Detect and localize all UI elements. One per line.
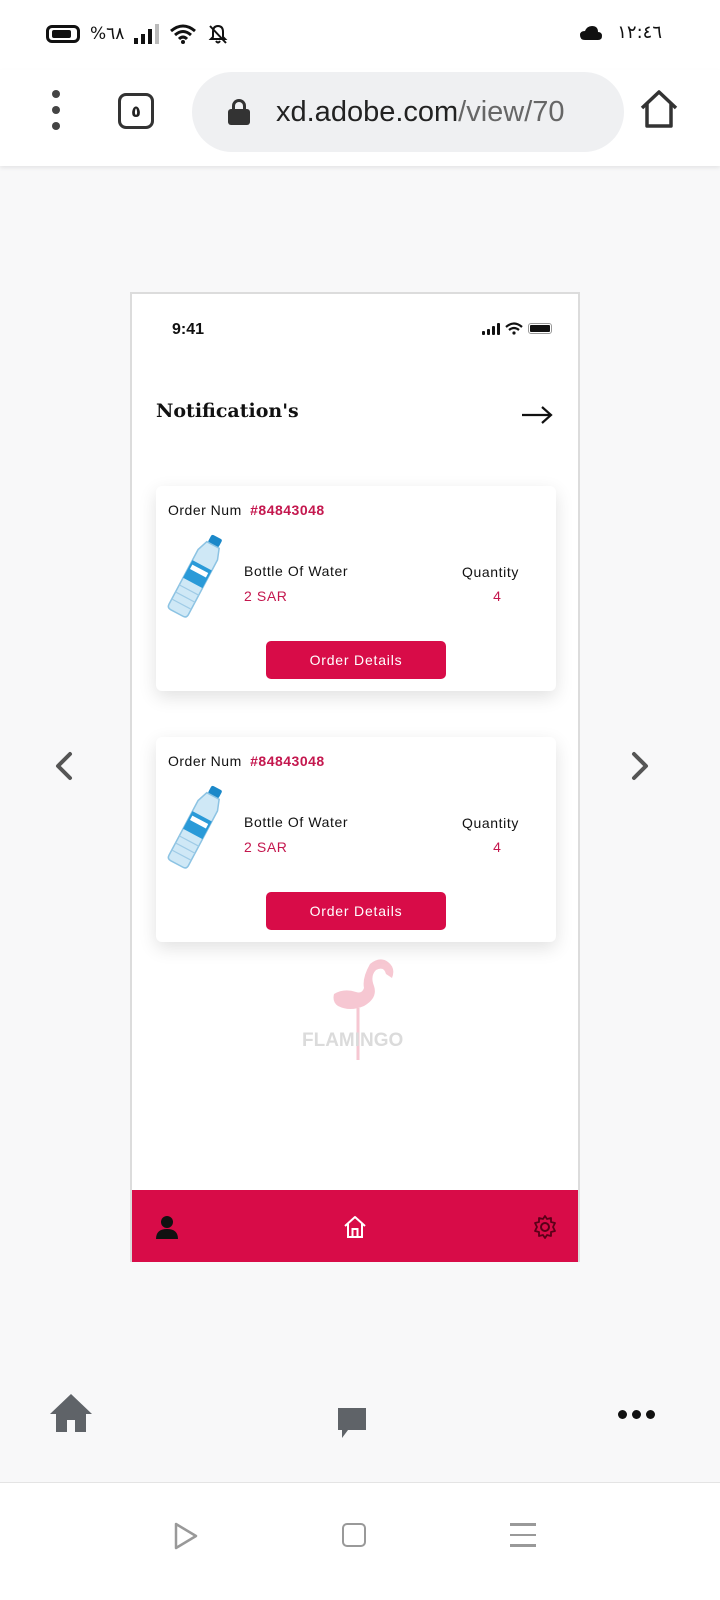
ios-wifi-icon — [505, 322, 523, 335]
more-options-icon[interactable] — [618, 1410, 655, 1419]
product-name: Bottle Of Water — [244, 814, 349, 830]
order-number-line: Order Num #84843048 — [168, 502, 325, 518]
order-number-value: #84843048 — [250, 753, 325, 769]
app-bottom-nav — [132, 1176, 578, 1262]
status-right-group: ١٢:٤٦ — [579, 22, 662, 43]
cell-signal-icon — [134, 24, 160, 44]
profile-icon[interactable] — [154, 1214, 180, 1240]
lock-icon[interactable] — [228, 99, 250, 125]
home-square-icon[interactable] — [342, 1523, 366, 1547]
url-path: /view/70 — [458, 95, 565, 128]
battery-percent: %٦٨ — [90, 24, 125, 44]
page-title: Notification's — [156, 400, 299, 422]
settings-icon[interactable] — [532, 1214, 558, 1240]
tab-switcher-button[interactable]: ٥ — [118, 93, 154, 129]
ios-status-bar: 9:41 — [132, 294, 578, 366]
order-number-value: #84843048 — [250, 502, 325, 518]
order-card: Order Num #84843048 Bottle Of Water 2 SA… — [156, 486, 556, 691]
order-details-button[interactable]: Order Details — [266, 641, 446, 679]
ios-signal-icon — [482, 322, 500, 335]
status-left-group: %٦٨ — [46, 23, 229, 45]
flamingo-logo-watermark: FLAMINGO — [302, 959, 403, 1060]
quantity-label: Quantity — [462, 815, 519, 831]
wifi-icon — [170, 24, 197, 44]
watermark-text: FLAMINGO — [302, 1030, 403, 1051]
next-screen-arrow-icon[interactable] — [628, 750, 652, 782]
xd-viewer-toolbar — [0, 1380, 720, 1480]
order-details-button-label: Order Details — [309, 652, 403, 668]
product-name: Bottle Of Water — [244, 563, 349, 579]
product-price: 2 SAR — [244, 588, 288, 604]
android-nav-bar — [0, 1482, 720, 1600]
address-bar[interactable]: xd.adobe.com/view/70 — [192, 72, 624, 152]
quantity-value: 4 — [493, 588, 501, 604]
browser-home-icon[interactable] — [638, 88, 680, 130]
back-triangle-icon[interactable] — [172, 1521, 200, 1551]
order-details-button[interactable]: Order Details — [266, 892, 446, 930]
browser-menu-icon[interactable] — [44, 90, 68, 130]
forward-arrow-icon[interactable] — [520, 404, 554, 426]
url-text[interactable]: xd.adobe.com/view/70 — [276, 96, 565, 129]
ios-battery-icon — [528, 323, 552, 334]
comment-icon[interactable] — [336, 1406, 368, 1440]
ios-time: 9:41 — [172, 321, 205, 338]
prototype-screen: 9:41 Notification's Order Num #84843048 — [130, 292, 580, 1262]
quantity-label: Quantity — [462, 564, 519, 580]
system-status-bar: %٦٨ ١٢:٤٦ — [0, 0, 720, 70]
browser-toolbar: ٥ xd.adobe.com/view/70 — [0, 70, 720, 166]
previous-screen-arrow-icon[interactable] — [52, 750, 76, 782]
order-number-label: Order Num — [168, 502, 242, 518]
xd-home-icon[interactable] — [48, 1392, 94, 1434]
url-host: xd.adobe.com — [276, 95, 459, 128]
notifications-muted-icon — [209, 24, 228, 44]
battery-icon — [46, 25, 80, 43]
ios-status-icons — [482, 322, 552, 335]
cloud-icon — [580, 25, 603, 40]
water-bottle-image — [167, 534, 222, 618]
order-details-button-label: Order Details — [309, 903, 403, 919]
water-bottle-image — [167, 785, 222, 869]
recents-icon[interactable] — [510, 1523, 536, 1555]
tab-count-label: ٥ — [131, 101, 141, 121]
product-price: 2 SAR — [244, 839, 288, 855]
system-clock: ١٢:٤٦ — [617, 22, 662, 43]
order-card: Order Num #84843048 Bottle Of Water 2 SA… — [156, 737, 556, 942]
quantity-value: 4 — [493, 839, 501, 855]
order-number-label: Order Num — [168, 753, 242, 769]
order-number-line: Order Num #84843048 — [168, 753, 325, 769]
home-icon[interactable] — [342, 1214, 368, 1240]
